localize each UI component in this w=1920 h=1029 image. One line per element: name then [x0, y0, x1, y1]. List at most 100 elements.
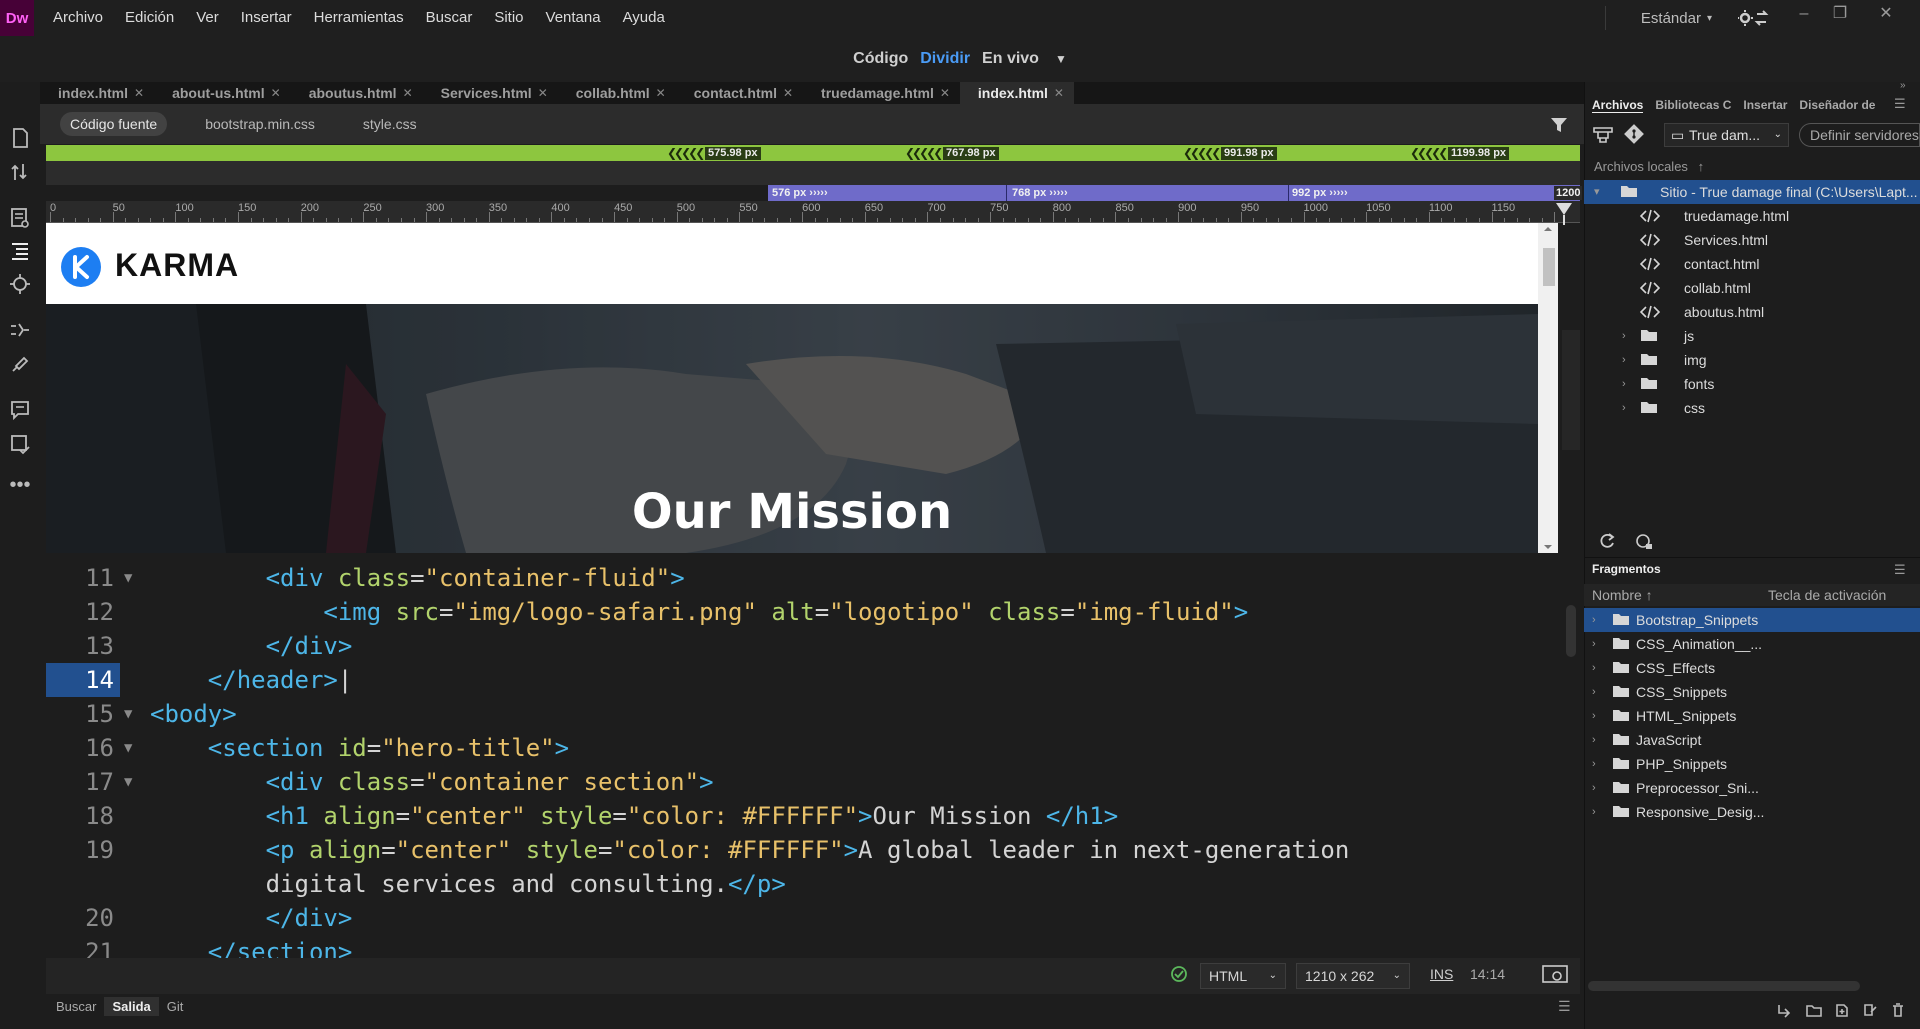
no-errors-check-icon[interactable] [1170, 965, 1188, 983]
min-width-media-query[interactable]: 992 px ››››› [1292, 186, 1348, 200]
close-icon[interactable]: ✕ [940, 82, 950, 104]
document-tab[interactable]: collab.html ✕ [558, 82, 676, 104]
folder-item[interactable]: › img [1584, 348, 1920, 372]
define-servers-button[interactable]: Definir servidores [1799, 123, 1920, 147]
panel-tab[interactable]: Diseñador de [1799, 98, 1875, 112]
max-width-media-query[interactable]: 575.98 px [705, 147, 761, 160]
format-source-icon[interactable] [8, 238, 32, 262]
panel-horizontal-scrollbar[interactable] [1588, 981, 1860, 991]
collapse-panel-icon[interactable]: » [1900, 80, 1906, 91]
close-icon[interactable]: ✕ [134, 82, 144, 104]
column-name[interactable]: Nombre ↑ [1592, 587, 1653, 603]
insert-mode[interactable]: INS [1430, 966, 1453, 982]
chevron-right-icon[interactable]: › [1592, 704, 1596, 728]
panel-menu-icon[interactable]: ☰ [1894, 562, 1906, 578]
chevron-right-icon[interactable]: › [1592, 800, 1596, 824]
max-width-media-query-bar[interactable] [46, 145, 1580, 161]
insert-icon[interactable] [1776, 1002, 1792, 1018]
code-editor[interactable]: 11 ▼ <div class="container-fluid"> 12 <img… [46, 561, 1580, 958]
related-file-item[interactable]: style.css [353, 112, 427, 136]
chevron-right-icon[interactable]: › [1622, 396, 1626, 420]
fragments-title[interactable]: Fragmentos [1592, 562, 1661, 576]
related-file-item[interactable]: Código fuente [60, 112, 168, 136]
code-line[interactable]: 18 <h1 align="center" style="color: #FFF… [46, 799, 1580, 833]
live-view-button[interactable]: En vivo [982, 50, 1039, 68]
get-put-icon[interactable] [1634, 531, 1654, 551]
fragment-folder[interactable]: › PHP_Snippets [1584, 752, 1920, 776]
chevron-right-icon[interactable]: › [1622, 324, 1626, 348]
split-scrollbar[interactable] [1562, 330, 1580, 450]
related-file-item[interactable]: bootstrap.min.css [195, 112, 325, 136]
close-icon[interactable]: ✕ [783, 82, 793, 104]
menu-ver[interactable]: Ver [185, 0, 230, 36]
code-line[interactable]: 11 ▼ <div class="container-fluid"> [46, 561, 1580, 595]
fragment-folder[interactable]: › Bootstrap_Snippets [1584, 608, 1920, 632]
document-tab[interactable]: index.html ✕ [959, 82, 1074, 104]
fold-toggle-icon[interactable]: ▼ [124, 765, 132, 799]
panel-tab[interactable]: Insertar [1743, 98, 1787, 112]
code-line[interactable]: 14 </header>| [46, 663, 1580, 697]
document-tab[interactable]: about-us.html ✕ [154, 82, 291, 104]
panel-menu-icon[interactable]: ☰ [1558, 998, 1571, 1015]
fragment-folder[interactable]: › JavaScript [1584, 728, 1920, 752]
fragment-folder[interactable]: › Preprocessor_Sni... [1584, 776, 1920, 800]
bottom-tab-salida[interactable]: Salida [104, 996, 159, 1016]
connect-icon[interactable] [1592, 126, 1614, 144]
chevron-right-icon[interactable]: › [1592, 608, 1596, 632]
document-tab[interactable]: truedamage.html ✕ [803, 82, 960, 104]
chevron-right-icon[interactable]: › [1592, 656, 1596, 680]
close-icon[interactable]: ✕ [538, 82, 548, 104]
code-line[interactable]: 13 </div> [46, 629, 1580, 663]
code-line[interactable]: 15 ▼ <body> [46, 697, 1580, 731]
expand-icon[interactable] [8, 318, 32, 342]
new-folder-icon[interactable] [1806, 1002, 1822, 1018]
filter-icon[interactable] [1550, 116, 1568, 134]
folder-item[interactable]: › css [1584, 396, 1920, 420]
code-line[interactable]: 19 <p align="center" style="color: #FFFF… [46, 833, 1580, 867]
min-width-media-query[interactable]: 768 px ››››› [1012, 186, 1068, 200]
column-key[interactable]: Tecla de activación [1768, 587, 1886, 603]
live-view-scroll-thumb[interactable] [1543, 248, 1555, 286]
close-icon[interactable]: ✕ [403, 82, 413, 104]
restore-button[interactable]: ❐ [1822, 2, 1858, 26]
brush-icon[interactable] [8, 352, 32, 376]
file-item[interactable]: truedamage.html [1584, 204, 1920, 228]
code-line[interactable]: 12 <img src="img/logo-safari.png" alt="l… [46, 595, 1580, 629]
chevron-right-icon[interactable]: › [1592, 776, 1596, 800]
document-tab[interactable]: contact.html ✕ [676, 82, 803, 104]
max-width-media-query[interactable]: 1199.98 px [1448, 147, 1510, 160]
open-documents-icon[interactable] [8, 126, 32, 150]
chevron-right-icon[interactable]: › [1622, 372, 1626, 396]
code-scroll-thumb[interactable] [1566, 605, 1576, 657]
page-properties-icon[interactable] [8, 206, 32, 230]
chevron-right-icon[interactable]: › [1592, 752, 1596, 776]
close-window-button[interactable]: ✕ [1868, 2, 1904, 26]
split-divider[interactable] [40, 553, 1584, 561]
live-preview-icon[interactable] [1542, 964, 1568, 986]
fold-toggle-icon[interactable]: ▼ [124, 561, 132, 595]
chevron-right-icon[interactable]: › [1592, 680, 1596, 704]
close-icon[interactable]: ✕ [656, 82, 666, 104]
menu-ventana[interactable]: Ventana [535, 0, 612, 36]
window-size-dropdown[interactable]: 1210 x 262 ⌄ [1296, 963, 1410, 989]
code-line[interactable]: 16 ▼ <section id="hero-title"> [46, 731, 1580, 765]
new-fragment-icon[interactable] [1834, 1002, 1850, 1018]
edit-icon[interactable] [1862, 1002, 1878, 1018]
site-select[interactable]: True dam... ▭ ⌄ [1664, 123, 1789, 147]
panel-tab[interactable]: Archivos [1592, 98, 1644, 113]
code-line[interactable]: digital services and consulting.</p> [46, 867, 1580, 901]
max-width-media-query[interactable]: 767.98 px [943, 147, 999, 160]
fold-toggle-icon[interactable]: ▼ [124, 697, 132, 731]
fragment-folder[interactable]: › CSS_Effects [1584, 656, 1920, 680]
chevron-right-icon[interactable]: › [1592, 632, 1596, 656]
menu-edición[interactable]: Edición [114, 0, 185, 36]
document-tab[interactable]: index.html ✕ [40, 82, 154, 104]
split-view-button[interactable]: Dividir [920, 50, 970, 68]
document-tab[interactable]: aboutus.html ✕ [291, 82, 423, 104]
fold-toggle-icon[interactable]: ▼ [124, 731, 132, 765]
min-width-media-query[interactable]: 576 px ››››› [772, 186, 828, 200]
folder-item[interactable]: › fonts [1584, 372, 1920, 396]
view-options-dropdown-icon[interactable]: ▼ [1055, 52, 1067, 66]
git-icon[interactable] [1624, 124, 1644, 144]
minimize-button[interactable]: – [1786, 2, 1822, 26]
